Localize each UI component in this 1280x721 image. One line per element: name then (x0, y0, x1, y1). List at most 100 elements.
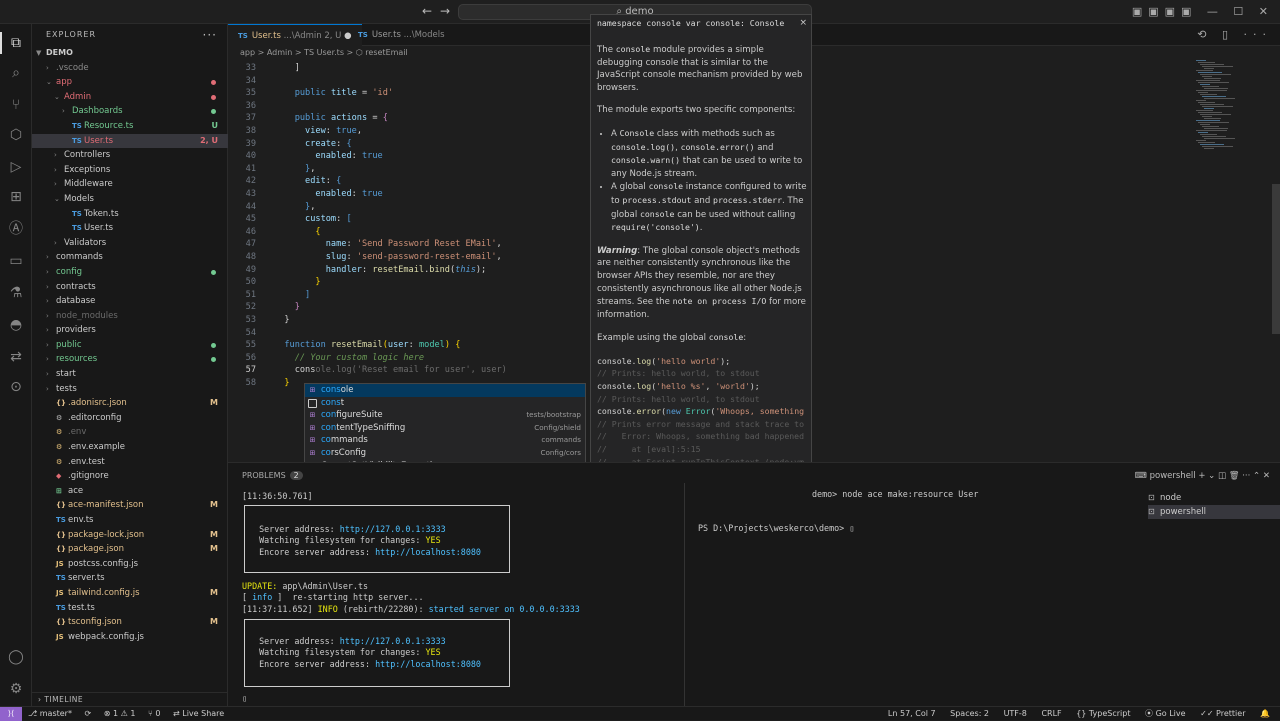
testing-icon[interactable]: ⚗ (7, 284, 25, 302)
branch-indicator[interactable]: ⎇ master* (28, 709, 72, 718)
minimap[interactable] (1196, 60, 1258, 150)
tree-item[interactable]: › Middleware (32, 177, 228, 192)
problems-indicator[interactable]: ⊗ 1 ⚠ 1 (104, 709, 136, 718)
tree-item[interactable]: › providers (32, 323, 228, 338)
forward-icon[interactable]: → (440, 4, 450, 18)
tree-item[interactable]: › tests (32, 382, 228, 397)
live-share-icon[interactable]: ⇄ (7, 348, 25, 366)
tree-item[interactable]: ⊞ ace (32, 484, 228, 499)
language-mode[interactable]: {} TypeScript (1076, 709, 1130, 718)
tree-item[interactable]: ⌄ Models (32, 192, 228, 207)
tree-item[interactable]: › commands (32, 250, 228, 265)
layout-icons[interactable]: ▣▣▣▣ — ☐ ✕ (1132, 5, 1274, 18)
tree-item[interactable]: › .vscode (32, 61, 228, 76)
explorer-icon[interactable]: ⧉ (0, 32, 25, 54)
adonis-icon[interactable]: Ⓐ (7, 220, 25, 238)
tree-item[interactable]: › Validators (32, 236, 228, 251)
indentation[interactable]: Spaces: 2 (950, 709, 989, 718)
bell-icon[interactable]: 🔔 (1260, 709, 1270, 718)
chevron-right-icon: › (46, 370, 49, 379)
terminal-actions[interactable]: ⌨ powershell + ⌄ ◫ 🗑 ··· ⌃ ✕ (1135, 471, 1270, 481)
terminal-split-divider[interactable] (684, 483, 685, 707)
tree-item[interactable]: ⚙ .editorconfig (32, 411, 228, 426)
editor-scrollbar[interactable] (1272, 184, 1280, 334)
tree-item[interactable]: › resources (32, 352, 228, 367)
panel-tabs[interactable]: PROBLEMS 2 (242, 471, 303, 480)
database-icon[interactable]: ⊙ (7, 378, 25, 396)
suggestion-item[interactable]: ⊞ corsConfig Config/cors (305, 447, 585, 460)
back-icon[interactable]: ← (422, 4, 432, 18)
tree-item[interactable]: {} package-lock.json M (32, 528, 228, 543)
tree-item[interactable]: TS Resource.ts U (32, 119, 228, 134)
tree-item[interactable]: {} package.json M (32, 542, 228, 557)
go-live-button[interactable]: ⦿ Go Live (1145, 709, 1186, 718)
sync-icon[interactable]: ⟳ (85, 709, 92, 718)
tree-item[interactable]: TS server.ts (32, 571, 228, 586)
breadcrumb[interactable]: app > Admin > TS User.ts > ⬡ resetEmail (240, 48, 408, 60)
git-status-badge: U (211, 120, 219, 130)
suggestion-item[interactable]: ⊞ console (305, 384, 585, 397)
gear-icon[interactable]: ⚙ (7, 680, 25, 698)
encoding[interactable]: UTF-8 (1004, 709, 1027, 718)
tree-item[interactable]: TS env.ts (32, 513, 228, 528)
remote-indicator[interactable]: ⟩⟨ (0, 707, 22, 721)
chevron-down-icon: ▼ (36, 49, 42, 57)
tree-item[interactable]: ⚙ .env.test (32, 455, 228, 470)
close-icon[interactable]: × (799, 17, 807, 30)
tree-item[interactable]: › Exceptions (32, 163, 228, 178)
cursor-position[interactable]: Ln 57, Col 7 (888, 709, 936, 718)
account-icon[interactable]: ◯ (7, 648, 25, 666)
terminal-right-prompt[interactable]: PS D:\Projects\weskerco\demo> ▯ (698, 523, 854, 534)
ports-indicator[interactable]: ⑂ 0 (148, 709, 160, 718)
add-terminal-icon[interactable]: + ⌄ ◫ 🗑 ··· ⌃ ✕ (1198, 471, 1270, 481)
tab-problems[interactable]: PROBLEMS (242, 471, 286, 480)
extensions-sync-icon[interactable]: ⬡ (7, 126, 25, 144)
tree-item[interactable]: JS webpack.config.js (32, 630, 228, 645)
suggestion-item[interactable]: ⊞ configureSuite tests/bootstrap (305, 409, 585, 422)
tree-item[interactable]: TS User.ts 2, U (32, 133, 228, 149)
terminal-instance[interactable]: powershell (1148, 505, 1280, 519)
extensions-icon[interactable]: ⊞ (7, 188, 25, 206)
tree-item[interactable]: {} tsconfig.json M (32, 615, 228, 630)
more-actions-icon[interactable]: ··· (203, 24, 217, 46)
tree-item[interactable]: ◆ .gitignore (32, 469, 228, 484)
tree-item[interactable]: {} .adonisrc.json M (32, 396, 228, 411)
terminal-instance[interactable]: node (1148, 491, 1280, 505)
tree-item[interactable]: TS test.ts (32, 601, 228, 616)
editor-actions[interactable]: ⟲ ▯ ··· (1197, 28, 1272, 41)
tree-item[interactable]: ⌄ app (32, 75, 228, 90)
tree-item[interactable]: TS User.ts (32, 221, 228, 236)
remote-explorer-icon[interactable]: ▭ (7, 252, 25, 270)
terminal-cursor[interactable]: ▯ (242, 693, 247, 704)
tree-item[interactable]: › Dashboards (32, 104, 228, 119)
tree-item[interactable]: TS Token.ts (32, 207, 228, 222)
timeline-section[interactable]: › TIMELINE (32, 692, 228, 706)
prettier-status[interactable]: ✓✓ Prettier (1200, 709, 1245, 718)
suggestion-item[interactable]: const (305, 397, 585, 410)
suggestion-item[interactable]: ⊞ contentTypeSniffing Config/shield (305, 422, 585, 435)
tree-item[interactable]: › public (32, 338, 228, 353)
source-control-icon[interactable]: ⑂ (7, 96, 25, 114)
docker-icon[interactable]: ◓ (7, 316, 25, 334)
editor-tab[interactable]: TS User.ts ...\Admin 2, U ● (228, 24, 362, 46)
tree-item[interactable]: ⌄ Admin (32, 90, 228, 105)
tree-item[interactable]: JS postcss.config.js (32, 557, 228, 572)
tree-item[interactable]: › node_modules (32, 309, 228, 324)
tree-item[interactable]: › start (32, 367, 228, 382)
tree-item[interactable]: › database (32, 294, 228, 309)
tree-item[interactable]: › Controllers (32, 148, 228, 163)
line-ending[interactable]: CRLF (1041, 709, 1061, 718)
tree-item[interactable]: › contracts (32, 280, 228, 295)
tree-item-label: .gitignore (68, 471, 109, 482)
suggestion-item[interactable]: ⊞ commands commands (305, 434, 585, 447)
tree-item[interactable]: ⚙ .env.example (32, 440, 228, 455)
tree-item[interactable]: › config (32, 265, 228, 280)
tree-item[interactable]: ⚙ .env (32, 425, 228, 440)
root-folder[interactable]: ▼ DEMO (32, 46, 228, 61)
run-debug-icon[interactable]: ▷ (7, 158, 25, 176)
search-icon[interactable]: ⌕ (7, 64, 25, 82)
editor-tab[interactable]: TS User.ts ...\Models (348, 24, 455, 46)
tree-item[interactable]: {} ace-manifest.json M (32, 498, 228, 513)
live-share-button[interactable]: ⇄ Live Share (173, 709, 224, 718)
tree-item[interactable]: JS tailwind.config.js M (32, 586, 228, 601)
